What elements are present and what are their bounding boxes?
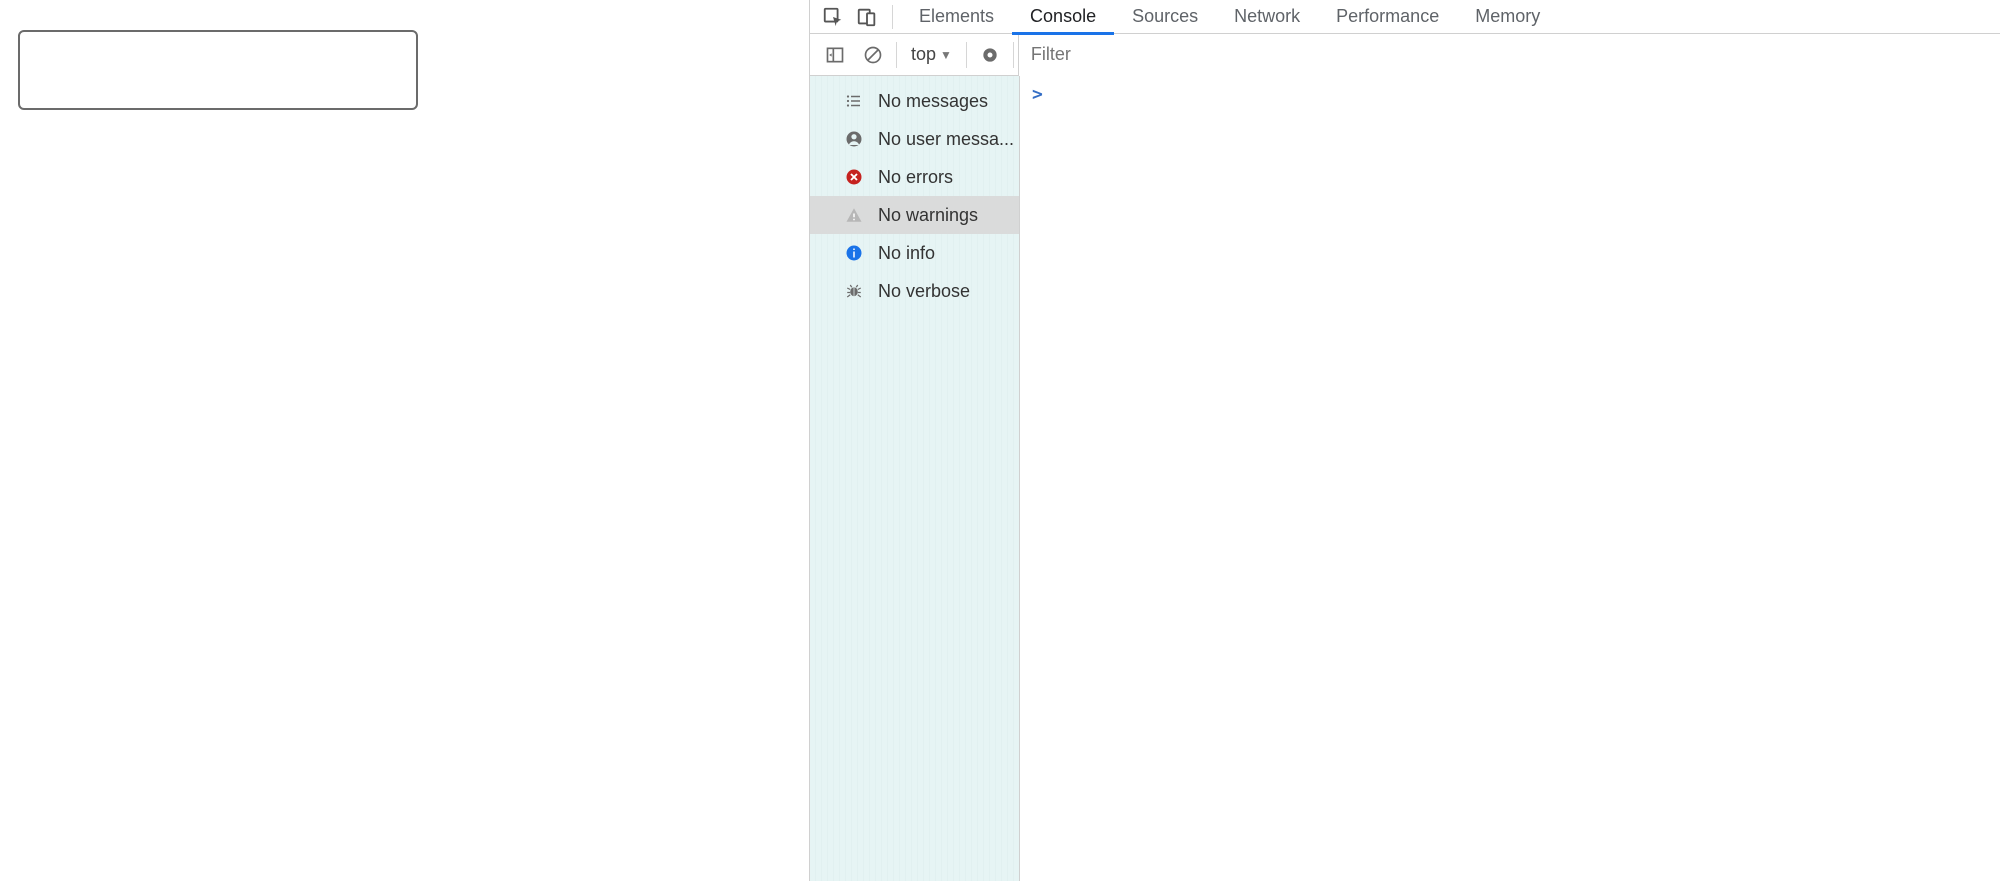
console-body: No messages No user messa... No errors No w…: [810, 76, 2000, 881]
tab-memory[interactable]: Memory: [1457, 0, 1558, 34]
separator: [1013, 42, 1014, 68]
console-output[interactable]: >: [1020, 76, 2000, 881]
separator: [966, 42, 967, 68]
console-toolbar: top ▼: [810, 34, 2000, 76]
sidebar-item-label: No user messa...: [878, 129, 1014, 150]
user-icon: [844, 129, 864, 149]
toggle-sidebar-icon[interactable]: [816, 34, 854, 76]
clear-console-icon[interactable]: [854, 34, 892, 76]
sidebar-item-0[interactable]: No messages: [810, 82, 1019, 120]
sidebar-item-5[interactable]: No verbose: [810, 272, 1019, 310]
sidebar-item-2[interactable]: No errors: [810, 158, 1019, 196]
tab-elements[interactable]: Elements: [901, 0, 1012, 34]
console-sidebar: No messages No user messa... No errors No w…: [810, 76, 1020, 881]
tab-sources[interactable]: Sources: [1114, 0, 1216, 34]
dropdown-triangle-icon: ▼: [940, 48, 952, 62]
execution-context-selector[interactable]: top ▼: [901, 34, 962, 76]
sidebar-item-label: No errors: [878, 167, 953, 188]
devtools-panel: ElementsConsoleSourcesNetworkPerformance…: [809, 0, 2000, 881]
live-expression-icon[interactable]: [971, 34, 1009, 76]
console-prompt: >: [1032, 84, 1043, 105]
warning-icon: [844, 205, 864, 225]
tab-console[interactable]: Console: [1012, 0, 1114, 34]
sidebar-item-label: No info: [878, 243, 935, 264]
separator: [896, 42, 897, 68]
devtools-tabbar: ElementsConsoleSourcesNetworkPerformance…: [810, 0, 2000, 34]
page-text-input[interactable]: [18, 30, 418, 110]
page-viewport: [0, 0, 809, 881]
info-icon: [844, 243, 864, 263]
sidebar-item-1[interactable]: No user messa...: [810, 120, 1019, 158]
separator: [892, 5, 893, 29]
filter-input[interactable]: [1018, 34, 2000, 76]
tab-performance[interactable]: Performance: [1318, 0, 1457, 34]
sidebar-item-label: No messages: [878, 91, 988, 112]
error-icon: [844, 167, 864, 187]
sidebar-item-label: No warnings: [878, 205, 978, 226]
scope-label: top: [911, 44, 936, 65]
toggle-device-icon[interactable]: [850, 0, 884, 34]
list-icon: [844, 91, 864, 111]
sidebar-item-4[interactable]: No info: [810, 234, 1019, 272]
debug-icon: [844, 281, 864, 301]
inspect-element-icon[interactable]: [816, 0, 850, 34]
tab-network[interactable]: Network: [1216, 0, 1318, 34]
sidebar-item-label: No verbose: [878, 281, 970, 302]
sidebar-item-3[interactable]: No warnings: [810, 196, 1019, 234]
